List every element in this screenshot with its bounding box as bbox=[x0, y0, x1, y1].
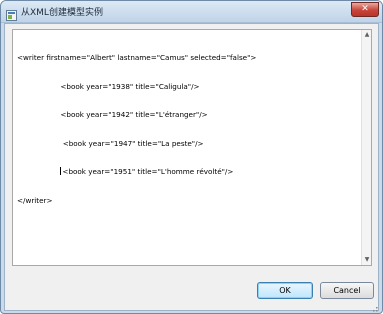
scroll-down-icon[interactable]: ▼ bbox=[362, 255, 372, 265]
code-line: <book year="1942" title="L'étranger"/> bbox=[17, 110, 208, 119]
caret-indent bbox=[17, 167, 60, 176]
code-line: <book year="1938" title="Caligula"/> bbox=[17, 81, 200, 91]
code-line: <writer firstname="Albert" lastname="Cam… bbox=[17, 53, 257, 62]
app-icon bbox=[6, 6, 17, 21]
cancel-button[interactable]: Cancel bbox=[320, 282, 374, 299]
xml-code[interactable]: <writer firstname="Albert" lastname="Cam… bbox=[13, 30, 353, 265]
vertical-scrollbar[interactable]: ▲ ▼ bbox=[361, 30, 371, 265]
window-title: 从XML创建模型实例 bbox=[21, 8, 103, 18]
dialog-body: <writer firstname="Albert" lastname="Cam… bbox=[4, 23, 379, 312]
scroll-up-icon[interactable]: ▲ bbox=[362, 30, 372, 40]
title-bar[interactable]: 从XML创建模型实例 ✕ bbox=[1, 1, 382, 23]
caret-line-text: <book year="1951" title="L'homme révolté… bbox=[62, 167, 234, 176]
ok-button[interactable]: OK bbox=[257, 282, 313, 299]
xml-text-area[interactable]: <writer firstname="Albert" lastname="Cam… bbox=[12, 29, 372, 266]
close-button[interactable]: ✕ bbox=[351, 2, 379, 17]
dialog-window: 从XML创建模型实例 ✕ <writer firstname="Albert" … bbox=[0, 0, 383, 314]
resize-grip-icon[interactable] bbox=[369, 300, 378, 312]
code-line: </writer> bbox=[17, 195, 53, 205]
code-line-with-caret: <book year="1951" title="L'homme révolté… bbox=[17, 167, 353, 177]
code-line: <book year="1947" title="La peste"/> bbox=[17, 138, 204, 148]
